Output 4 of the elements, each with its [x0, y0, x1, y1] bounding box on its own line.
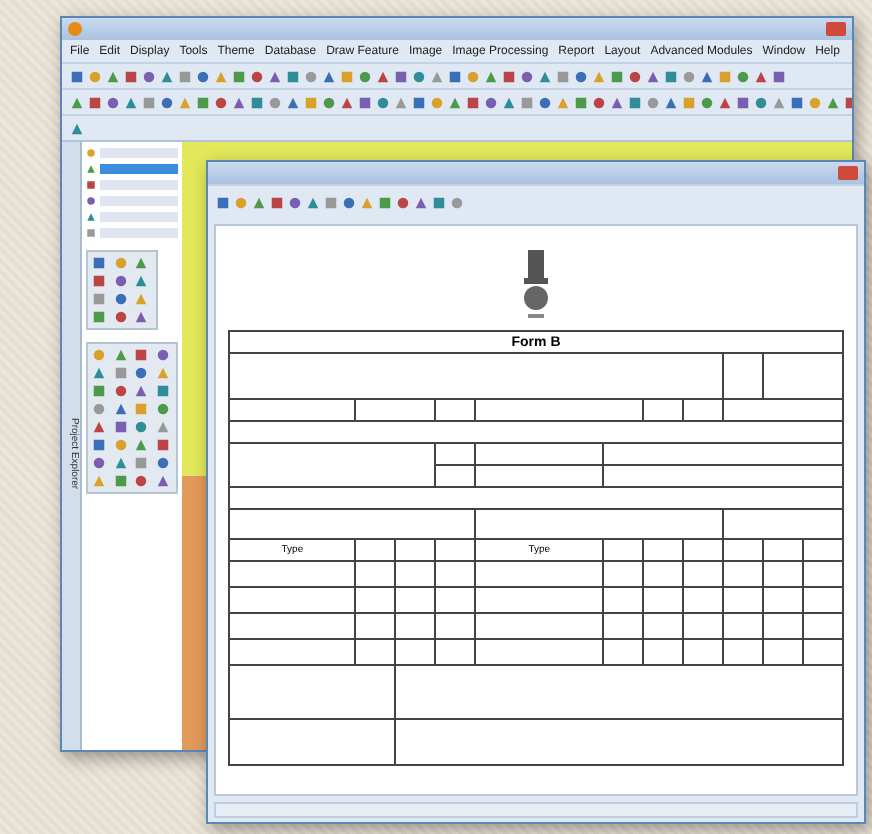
scroll-bar[interactable] [214, 802, 858, 818]
app-icon [68, 22, 82, 36]
layer-item[interactable] [100, 163, 178, 173]
emblem-icon [518, 246, 554, 322]
